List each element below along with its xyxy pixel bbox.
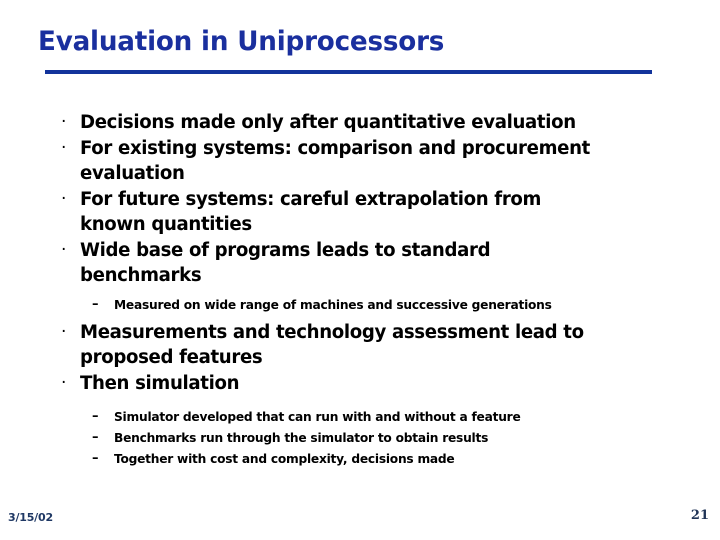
list-item-label: Wide base of programs leads to standard …: [80, 240, 491, 286]
sub-list-item: – Measured on wide range of machines and…: [0, 294, 720, 315]
title-underline-divider: [45, 70, 652, 74]
slide-body-content: · Decisions made only after quantitative…: [0, 110, 720, 469]
list-item-label: Decisions made only after quantitative e…: [80, 112, 576, 133]
bullet-dot-icon: ·: [61, 240, 67, 260]
list-item-label: For future systems: careful extrapolatio…: [80, 189, 542, 235]
slide-title-block: Evaluation in Uniprocessors: [38, 27, 678, 57]
bullet-dot-icon: ·: [61, 189, 67, 209]
bullet-dash-icon: –: [92, 409, 99, 424]
bullet-dot-icon: ·: [61, 373, 67, 393]
presentation-slide: Evaluation in Uniprocessors · Decisions …: [0, 0, 720, 540]
slide-date: 3/15/02: [8, 511, 53, 524]
list-item: · For existing systems: comparison and p…: [0, 136, 720, 186]
sub-list-item-label: Benchmarks run through the simulator to …: [114, 430, 489, 445]
bullet-dash-icon: –: [92, 430, 99, 445]
bullet-dash-icon: –: [92, 297, 99, 312]
list-item: · Decisions made only after quantitative…: [0, 110, 720, 135]
list-item: · For future systems: careful extrapolat…: [0, 187, 720, 237]
sub-list-item: – Simulator developed that can run with …: [0, 406, 720, 427]
list-item: · Then simulation: [0, 371, 720, 396]
bullet-dot-icon: ·: [61, 138, 67, 158]
sub-list-item-label: Measured on wide range of machines and s…: [114, 297, 552, 312]
sub-list-item-label: Simulator developed that can run with an…: [114, 409, 521, 424]
slide-page-number: 21: [690, 508, 709, 523]
list-item: · Wide base of programs leads to standar…: [0, 238, 720, 288]
list-item-label: For existing systems: comparison and pro…: [80, 138, 590, 184]
list-item-label: Then simulation: [80, 373, 240, 394]
sub-list-item-label: Together with cost and complexity, decis…: [114, 451, 455, 466]
page-title: Evaluation in Uniprocessors: [38, 26, 445, 57]
sub-list-item: – Together with cost and complexity, dec…: [0, 448, 720, 469]
bullet-dot-icon: ·: [61, 322, 67, 342]
list-item: · Measurements and technology assessment…: [0, 320, 720, 370]
bullet-dot-icon: ·: [61, 112, 67, 132]
sub-list-item: – Benchmarks run through the simulator t…: [0, 427, 720, 448]
bullet-dash-icon: –: [92, 451, 99, 466]
list-item-label: Measurements and technology assessment l…: [80, 322, 584, 368]
